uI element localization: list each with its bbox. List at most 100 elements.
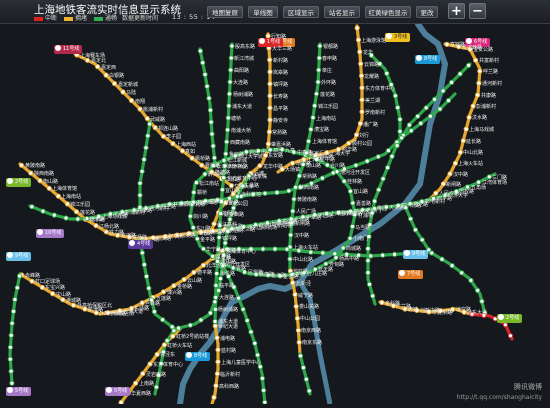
station-label[interactable]: 云锦路 [364,61,379,68]
station-dot[interactable] [40,208,46,214]
station-dot[interactable] [261,387,267,393]
station-dot[interactable] [359,85,365,91]
station-display-button[interactable]: 站名显示 [324,6,360,18]
station-dot[interactable] [457,71,463,77]
single-line-button[interactable]: 单线图 [248,6,278,18]
station-dot[interactable] [160,133,166,139]
station-dot[interactable] [357,120,363,127]
station-dot[interactable] [476,80,482,86]
station-dot[interactable] [457,149,463,155]
station-dot[interactable] [215,347,221,353]
station-label[interactable]: 静安寺 [273,117,288,124]
station-dot[interactable] [18,162,25,168]
station-dot[interactable] [211,394,217,400]
station-label[interactable]: 桂林路 [347,178,362,185]
station-label[interactable]: 三门路 [492,174,507,181]
station-label[interactable]: 华夏西路 [131,390,151,397]
station-dot[interactable] [267,117,273,123]
station-label[interactable]: 南京西路 [301,327,321,334]
station-label[interactable]: 上南路 [139,380,154,387]
station-dot[interactable] [395,105,401,111]
station-label[interactable]: 马当路 [355,224,370,231]
station-dot[interactable] [399,135,405,141]
station-dot[interactable] [75,216,81,222]
station-dot[interactable] [267,105,273,111]
station-dot[interactable] [291,196,297,202]
station-label[interactable]: 远东大道 [467,309,487,316]
station-dot[interactable] [288,232,294,238]
station-dot[interactable] [50,291,56,297]
station-label[interactable]: 民雷路 [248,269,263,276]
station-dot[interactable] [213,383,219,389]
station-label[interactable]: 颛桥 [197,189,207,196]
station-dot[interactable] [240,306,246,312]
station-dot[interactable] [216,287,222,294]
station-dot[interactable] [292,291,298,298]
station-label[interactable]: 武威路 [150,116,165,123]
station-dot[interactable] [8,368,14,374]
station-dot[interactable] [385,165,391,171]
line-badge-9a[interactable]: 9号线 [6,252,32,261]
station-dot[interactable] [370,293,376,299]
station-dot[interactable] [226,103,232,109]
station-dot[interactable] [137,192,143,198]
station-label[interactable]: 南翔 [135,98,145,105]
station-dot[interactable] [200,262,206,268]
station-label[interactable]: 徐家汇 [309,150,324,157]
station-dot[interactable] [418,120,424,127]
station-dot[interactable] [9,320,15,326]
station-dot[interactable] [372,198,378,204]
station-dot[interactable] [141,262,147,268]
station-dot[interactable] [379,299,385,306]
station-label[interactable]: 新江湾城 [234,55,254,62]
line-badge-9b[interactable]: 9号线 [403,250,429,259]
station-dot[interactable] [111,80,118,87]
station-dot[interactable] [29,278,35,284]
station-dot[interactable] [63,215,69,221]
station-dot[interactable] [346,140,352,146]
station-dot[interactable] [7,356,13,362]
station-dot[interactable] [214,371,220,377]
station-label[interactable]: 东川路 [196,225,211,232]
station-dot[interactable] [214,270,220,277]
station-dot[interactable] [10,308,17,314]
station-dot[interactable] [358,61,364,67]
station-label[interactable]: 上海南站 [316,115,336,122]
station-dot[interactable] [267,69,273,75]
station-dot[interactable] [7,344,13,350]
station-label[interactable]: 上海体育馆 [52,185,77,192]
station-dot[interactable] [479,298,485,304]
station-dot[interactable] [290,280,296,286]
station-label[interactable]: 上海火车站 [293,244,318,251]
station-dot[interactable] [28,170,34,176]
station-dot[interactable] [229,43,235,49]
station-dot[interactable] [359,109,365,115]
station-dot[interactable] [255,352,261,358]
station-dot[interactable] [214,335,220,341]
station-dot[interactable] [128,97,135,104]
station-dot[interactable] [213,282,219,288]
station-label[interactable]: 中山北路 [293,256,313,263]
line-badge-10[interactable]: 10号线 [36,229,65,238]
station-dot[interactable] [225,115,231,121]
station-label[interactable]: 虹桥2号航站楼 [176,333,209,340]
station-dot[interactable] [267,57,273,63]
station-label[interactable]: 祁连山路 [158,125,178,132]
station-dot[interactable] [212,323,218,329]
station-dot[interactable] [207,107,213,113]
station-dot[interactable] [137,180,143,186]
color-display-button[interactable]: 红黄绿色显示 [365,6,411,18]
station-dot[interactable] [423,105,429,111]
station-dot[interactable] [355,37,362,43]
station-label[interactable]: 上海西站 [176,141,196,148]
station-label[interactable]: 浦东大道 [218,318,238,325]
station-label[interactable]: 枫桥路 [195,155,210,162]
line-badge-11[interactable]: 11号线 [54,45,83,54]
station-label[interactable]: 新闸路 [295,220,310,227]
station-dot[interactable] [447,171,453,177]
station-dot[interactable] [473,57,479,63]
station-dot[interactable] [210,143,216,149]
station-dot[interactable] [260,246,266,252]
station-label[interactable]: 嘉善路 [356,200,371,207]
station-dot[interactable] [350,200,356,206]
